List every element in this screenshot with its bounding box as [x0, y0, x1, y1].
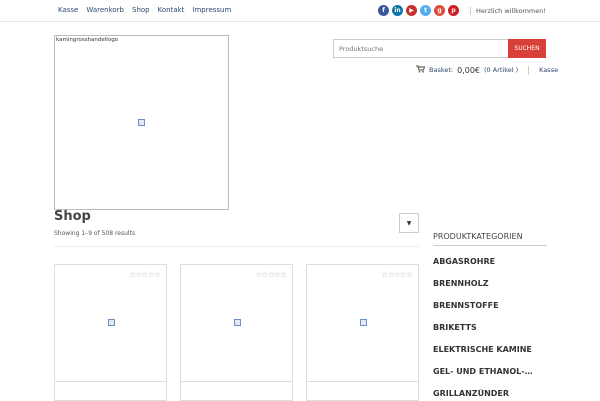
- broken-image-icon: [234, 319, 241, 326]
- basket-label: Basket:: [429, 66, 454, 74]
- sidebar-title: PRODUKTKATEGORIEN: [433, 232, 547, 246]
- social-links: f in ▶ t g p: [378, 5, 459, 16]
- product-card[interactable]: ☆☆☆☆☆: [306, 264, 419, 382]
- logo-alt-text: kamingrosshandellogo: [56, 37, 119, 43]
- product-card-footer: [306, 381, 419, 401]
- nav-link-kasse[interactable]: Kasse: [58, 6, 78, 14]
- category-link[interactable]: BRENNHOLZ: [433, 279, 543, 288]
- category-link[interactable]: GRILLANZÜNDER: [433, 389, 543, 398]
- basket-count[interactable]: (0 Artikel ): [484, 66, 518, 74]
- welcome-text: Herzlich willkommen!: [470, 7, 546, 15]
- rating-stars: ☆☆☆☆☆: [129, 270, 161, 279]
- basket-divider: [528, 65, 530, 75]
- broken-image-icon: [108, 319, 115, 326]
- category-link[interactable]: ELEKTRISCHE KAMINE: [433, 345, 543, 354]
- basket-summary: Basket: 0,00€ (0 Artikel ) Kasse: [416, 65, 558, 75]
- category-link[interactable]: BRENNSTOFFE: [433, 301, 543, 310]
- basket-amount: 0,00€: [457, 65, 481, 75]
- googleplus-icon[interactable]: g: [434, 5, 445, 16]
- facebook-icon[interactable]: f: [378, 5, 389, 16]
- linkedin-icon[interactable]: in: [392, 5, 403, 16]
- sort-dropdown[interactable]: ▼: [399, 213, 419, 233]
- search-button[interactable]: SUCHEN: [508, 39, 546, 58]
- chevron-down-icon: ▼: [406, 219, 412, 227]
- divider: [54, 246, 420, 247]
- page-title: Shop: [54, 209, 91, 224]
- rating-stars: ☆☆☆☆☆: [255, 270, 287, 279]
- product-card-footer: [180, 381, 293, 401]
- nav-link-warenkorb[interactable]: Warenkorb: [86, 6, 124, 14]
- nav-link-shop[interactable]: Shop: [132, 6, 150, 14]
- broken-image-icon: [138, 119, 145, 126]
- checkout-link[interactable]: Kasse: [539, 66, 558, 74]
- pinterest-icon[interactable]: p: [448, 5, 459, 16]
- cart-icon[interactable]: [416, 65, 426, 75]
- nav-link-impressum[interactable]: Impressum: [192, 6, 231, 14]
- broken-image-icon: [360, 319, 367, 326]
- site-logo[interactable]: kamingrosshandellogo: [54, 35, 229, 210]
- product-card[interactable]: ☆☆☆☆☆: [54, 264, 167, 382]
- youtube-icon[interactable]: ▶: [406, 5, 417, 16]
- top-bar: Kasse Warenkorb Shop Kontakt Impressum f…: [0, 0, 600, 22]
- rating-stars: ☆☆☆☆☆: [381, 270, 413, 279]
- nav-link-kontakt[interactable]: Kontakt: [158, 6, 185, 14]
- category-link[interactable]: ABGASROHRE: [433, 257, 543, 266]
- category-link[interactable]: GEL- UND ETHANOL-KAMINE: [433, 367, 535, 376]
- category-link[interactable]: BRIKETTS: [433, 323, 543, 332]
- top-navigation: Kasse Warenkorb Shop Kontakt Impressum: [58, 6, 231, 14]
- twitter-icon[interactable]: t: [420, 5, 431, 16]
- product-card[interactable]: ☆☆☆☆☆: [180, 264, 293, 382]
- results-count: Showing 1–9 of 508 results: [54, 230, 136, 237]
- search-input[interactable]: [333, 39, 509, 58]
- product-card-footer: [54, 381, 167, 401]
